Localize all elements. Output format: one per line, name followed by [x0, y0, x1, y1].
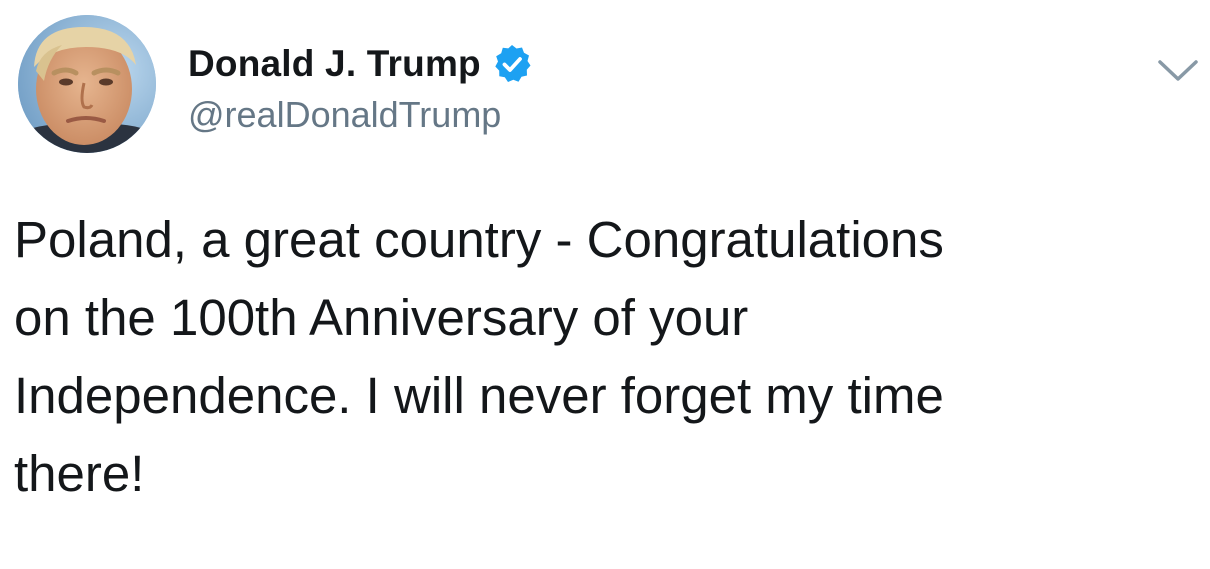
tweet-text: Poland, a great country - Congratulation…	[14, 211, 944, 502]
chevron-down-icon[interactable]	[1156, 56, 1200, 86]
tweet-card: Donald J. Trump @realDonaldTrump Poland,…	[0, 0, 1210, 569]
verified-badge-icon	[491, 43, 533, 85]
profile-photo	[18, 15, 156, 153]
author-name-row: Donald J. Trump	[188, 40, 533, 88]
author-handle[interactable]: @realDonaldTrump	[188, 94, 501, 136]
author-display-name[interactable]: Donald J. Trump	[188, 43, 481, 85]
avatar[interactable]	[18, 15, 156, 153]
